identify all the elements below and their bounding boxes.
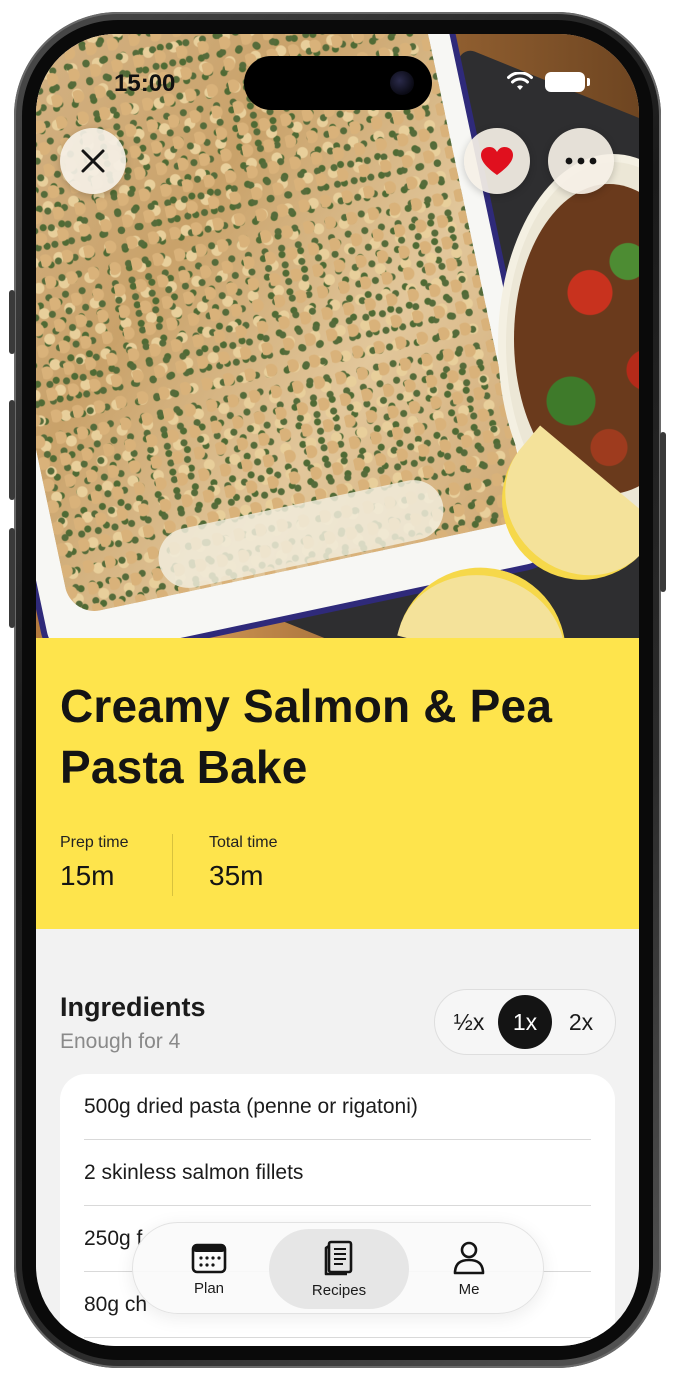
dynamic-island bbox=[244, 56, 432, 110]
recipe-header: Creamy Salmon & Pea Pasta Bake Prep time… bbox=[36, 638, 639, 929]
recipe-title-line-1: Creamy Salmon & Pea bbox=[60, 680, 553, 732]
battery-icon bbox=[545, 72, 590, 92]
person-icon bbox=[453, 1241, 485, 1274]
ingredient-item: 500g dried pasta (penne or rigatoni) bbox=[84, 1074, 591, 1140]
close-icon bbox=[81, 149, 105, 173]
book-icon bbox=[324, 1240, 353, 1275]
scale-1x-button[interactable]: 1x bbox=[498, 995, 552, 1049]
screen: 15:00 Creamy Salmon & Pea Pasta Bake Pre… bbox=[36, 34, 639, 1346]
total-time-value: 35m bbox=[209, 860, 264, 891]
total-time-label: Total time bbox=[209, 834, 278, 851]
volume-down-button bbox=[9, 528, 15, 628]
recipe-title: Creamy Salmon & Pea Pasta Bake bbox=[60, 676, 620, 798]
power-button bbox=[660, 432, 666, 592]
meta-divider bbox=[172, 834, 173, 896]
recipe-hero-image bbox=[36, 34, 639, 638]
total-time: Total time 35m bbox=[209, 834, 277, 892]
status-time: 15:00 bbox=[114, 70, 176, 97]
scale-half-button[interactable]: ½x bbox=[442, 995, 496, 1049]
tab-recipes[interactable]: Recipes bbox=[269, 1229, 409, 1309]
tab-recipes-label: Recipes bbox=[311, 1281, 367, 1299]
more-options-button[interactable] bbox=[548, 128, 614, 194]
favorite-button[interactable] bbox=[464, 128, 530, 194]
ingredients-heading: Ingredients bbox=[60, 992, 206, 1022]
scale-2x-button[interactable]: 2x bbox=[554, 995, 608, 1049]
prep-time-value: 15m bbox=[60, 860, 115, 891]
recipe-title-line-2: Pasta Bake bbox=[60, 741, 308, 793]
tab-me[interactable]: Me bbox=[423, 1229, 515, 1309]
prep-time-label: Prep time bbox=[60, 834, 129, 851]
tab-bar: Plan Recipes Me bbox=[132, 1222, 544, 1314]
close-button[interactable] bbox=[60, 128, 126, 194]
action-button bbox=[9, 290, 15, 354]
volume-up-button bbox=[9, 400, 15, 500]
tab-plan[interactable]: Plan bbox=[163, 1229, 255, 1309]
heart-icon bbox=[481, 147, 513, 175]
tab-me-label: Me bbox=[458, 1280, 480, 1298]
status-icons bbox=[507, 72, 590, 92]
calendar-icon bbox=[191, 1243, 227, 1273]
wifi-icon bbox=[507, 72, 533, 90]
tab-plan-label: Plan bbox=[193, 1279, 225, 1297]
servings-text: Enough for 4 bbox=[60, 1030, 181, 1053]
prep-time: Prep time 15m bbox=[60, 834, 128, 892]
camera-icon bbox=[390, 71, 414, 95]
serving-scale-selector: ½x 1x 2x bbox=[434, 989, 616, 1055]
ingredient-item: 2 skinless salmon fillets bbox=[84, 1140, 591, 1206]
ellipsis-icon bbox=[565, 157, 597, 165]
